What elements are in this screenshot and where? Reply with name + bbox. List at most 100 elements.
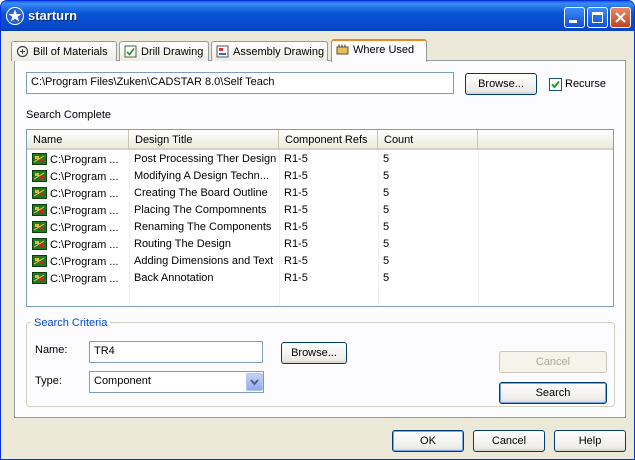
- table-row[interactable]: C:\Program ... Renaming The Components R1-…: [27, 219, 613, 236]
- table-row[interactable]: C:\Program ... Adding Dimensions and Text…: [27, 253, 613, 270]
- chevron-down-icon[interactable]: [246, 373, 263, 391]
- column-header-component-refs[interactable]: Component Refs: [279, 130, 378, 150]
- search-path-input[interactable]: C:\Program Files\Zuken\CADSTAR 8.0\Self …: [26, 72, 454, 94]
- type-select[interactable]: Component: [89, 371, 264, 393]
- table-cell: C:\Program ...: [27, 270, 129, 287]
- pcb-design-icon: [32, 204, 47, 216]
- table-cell: R1-5: [279, 168, 378, 185]
- cell-text: R1-5: [284, 221, 308, 233]
- name-input[interactable]: TR4: [89, 341, 263, 363]
- table-cell: 5: [378, 168, 478, 185]
- table-cell: 5: [378, 185, 478, 202]
- table-cell: 5: [378, 236, 478, 253]
- table-cell: R1-5: [279, 219, 378, 236]
- pcb-design-icon: [32, 187, 47, 199]
- table-cell: C:\Program ...: [27, 151, 129, 168]
- tab-assembly-drawing[interactable]: Assembly Drawing: [211, 41, 328, 61]
- search-button[interactable]: Search: [499, 382, 607, 404]
- results-list[interactable]: Name Design Title Component Refs Count C…: [26, 129, 614, 307]
- cell-text: Post Processing Ther Design: [134, 153, 277, 165]
- table-cell: R1-5: [279, 236, 378, 253]
- pcb-design-icon: [32, 272, 47, 284]
- bill-icon: [16, 45, 29, 58]
- cancel-button[interactable]: Cancel: [473, 430, 545, 452]
- table-cell: Creating The Board Outline: [129, 185, 279, 202]
- table-row[interactable]: C:\Program ... Routing The Design R1-5 5: [27, 236, 613, 253]
- column-header-count[interactable]: Count: [378, 130, 478, 150]
- cell-text: 5: [383, 255, 390, 267]
- pcb-design-icon: [32, 238, 47, 250]
- help-button[interactable]: Help: [554, 430, 626, 452]
- star-icon: [6, 7, 24, 25]
- pcb-design-icon: [32, 255, 47, 267]
- cell-text: Modifying A Design Techn...: [134, 170, 269, 182]
- title-bar[interactable]: starturn: [1, 1, 634, 31]
- table-cell: Modifying A Design Techn...: [129, 168, 279, 185]
- list-header: Name Design Title Component Refs Count: [27, 130, 613, 150]
- name-label: Name:: [35, 344, 68, 356]
- ok-button[interactable]: OK: [392, 430, 464, 452]
- checkmark-icon: [551, 80, 560, 89]
- cell-text: C:\Program ...: [50, 154, 119, 166]
- table-cell: 5: [378, 202, 478, 219]
- cell-text: Routing The Design: [134, 238, 232, 250]
- cell-text: Placing The Compomnents: [134, 204, 267, 216]
- table-cell: 5: [378, 151, 478, 168]
- table-cell: R1-5: [279, 253, 378, 270]
- tab-drill-drawing[interactable]: Drill Drawing: [119, 41, 209, 61]
- column-header-name[interactable]: Name: [27, 130, 129, 150]
- close-button[interactable]: [610, 7, 631, 28]
- pcb-design-icon: [32, 221, 47, 233]
- dialog-window: starturn Bill of Materials Drill Drawing…: [0, 0, 635, 460]
- table-row[interactable]: C:\Program ... Post Processing Ther Desig…: [27, 151, 613, 168]
- cell-text: 5: [383, 238, 390, 250]
- tab-label: Drill Drawing: [141, 46, 204, 58]
- table-row[interactable]: C:\Program ... Modifying A Design Techn..…: [27, 168, 613, 185]
- cell-text: 5: [383, 187, 390, 199]
- cell-text: Back Annotation: [134, 272, 214, 284]
- where-used-icon: [336, 44, 349, 55]
- maximize-icon: [592, 12, 603, 23]
- recurse-checkbox[interactable]: [549, 78, 562, 91]
- maximize-button[interactable]: [587, 7, 608, 28]
- browse-path-button[interactable]: Browse...: [465, 73, 537, 95]
- table-cell: Placing The Compomnents: [129, 202, 279, 219]
- pcb-design-icon: [32, 153, 47, 165]
- tab-where-used[interactable]: Where Used: [331, 39, 427, 62]
- criteria-cancel-button[interactable]: Cancel: [499, 351, 607, 373]
- tab-label: Where Used: [353, 44, 415, 56]
- table-cell: Back Annotation: [129, 270, 279, 287]
- table-cell: Routing The Design: [129, 236, 279, 253]
- table-row[interactable]: C:\Program ... Back Annotation R1-5 5: [27, 270, 613, 287]
- cell-text: R1-5: [284, 204, 308, 216]
- table-cell: C:\Program ...: [27, 202, 129, 219]
- column-header-design-title[interactable]: Design Title: [129, 130, 279, 150]
- cell-text: 5: [383, 204, 390, 216]
- close-icon: [615, 12, 626, 23]
- cell-text: C:\Program ...: [50, 273, 119, 285]
- table-cell: C:\Program ...: [27, 236, 129, 253]
- tab-bill-of-materials[interactable]: Bill of Materials: [11, 41, 117, 61]
- recurse-label: Recurse: [565, 78, 606, 90]
- table-cell: Adding Dimensions and Text: [129, 253, 279, 270]
- cell-text: 5: [383, 153, 390, 165]
- table-row[interactable]: C:\Program ... Creating The Board Outline…: [27, 185, 613, 202]
- table-cell: C:\Program ...: [27, 185, 129, 202]
- assembly-icon: [216, 45, 229, 58]
- cell-text: 5: [383, 272, 390, 284]
- table-cell: R1-5: [279, 185, 378, 202]
- cell-text: R1-5: [284, 170, 308, 182]
- cell-text: R1-5: [284, 255, 308, 267]
- browse-name-button[interactable]: Browse...: [281, 342, 347, 364]
- tab-label: Bill of Materials: [33, 46, 108, 58]
- table-cell: R1-5: [279, 202, 378, 219]
- cell-text: C:\Program ...: [50, 171, 119, 183]
- table-cell: Post Processing Ther Design: [129, 151, 279, 168]
- table-row[interactable]: C:\Program ... Placing The Compomnents R1-…: [27, 202, 613, 219]
- table-cell: C:\Program ...: [27, 253, 129, 270]
- tab-label: Assembly Drawing: [233, 46, 325, 58]
- cell-text: Creating The Board Outline: [134, 187, 268, 199]
- minimize-button[interactable]: [564, 7, 585, 28]
- search-criteria-title: Search Criteria: [31, 317, 111, 329]
- table-cell: 5: [378, 253, 478, 270]
